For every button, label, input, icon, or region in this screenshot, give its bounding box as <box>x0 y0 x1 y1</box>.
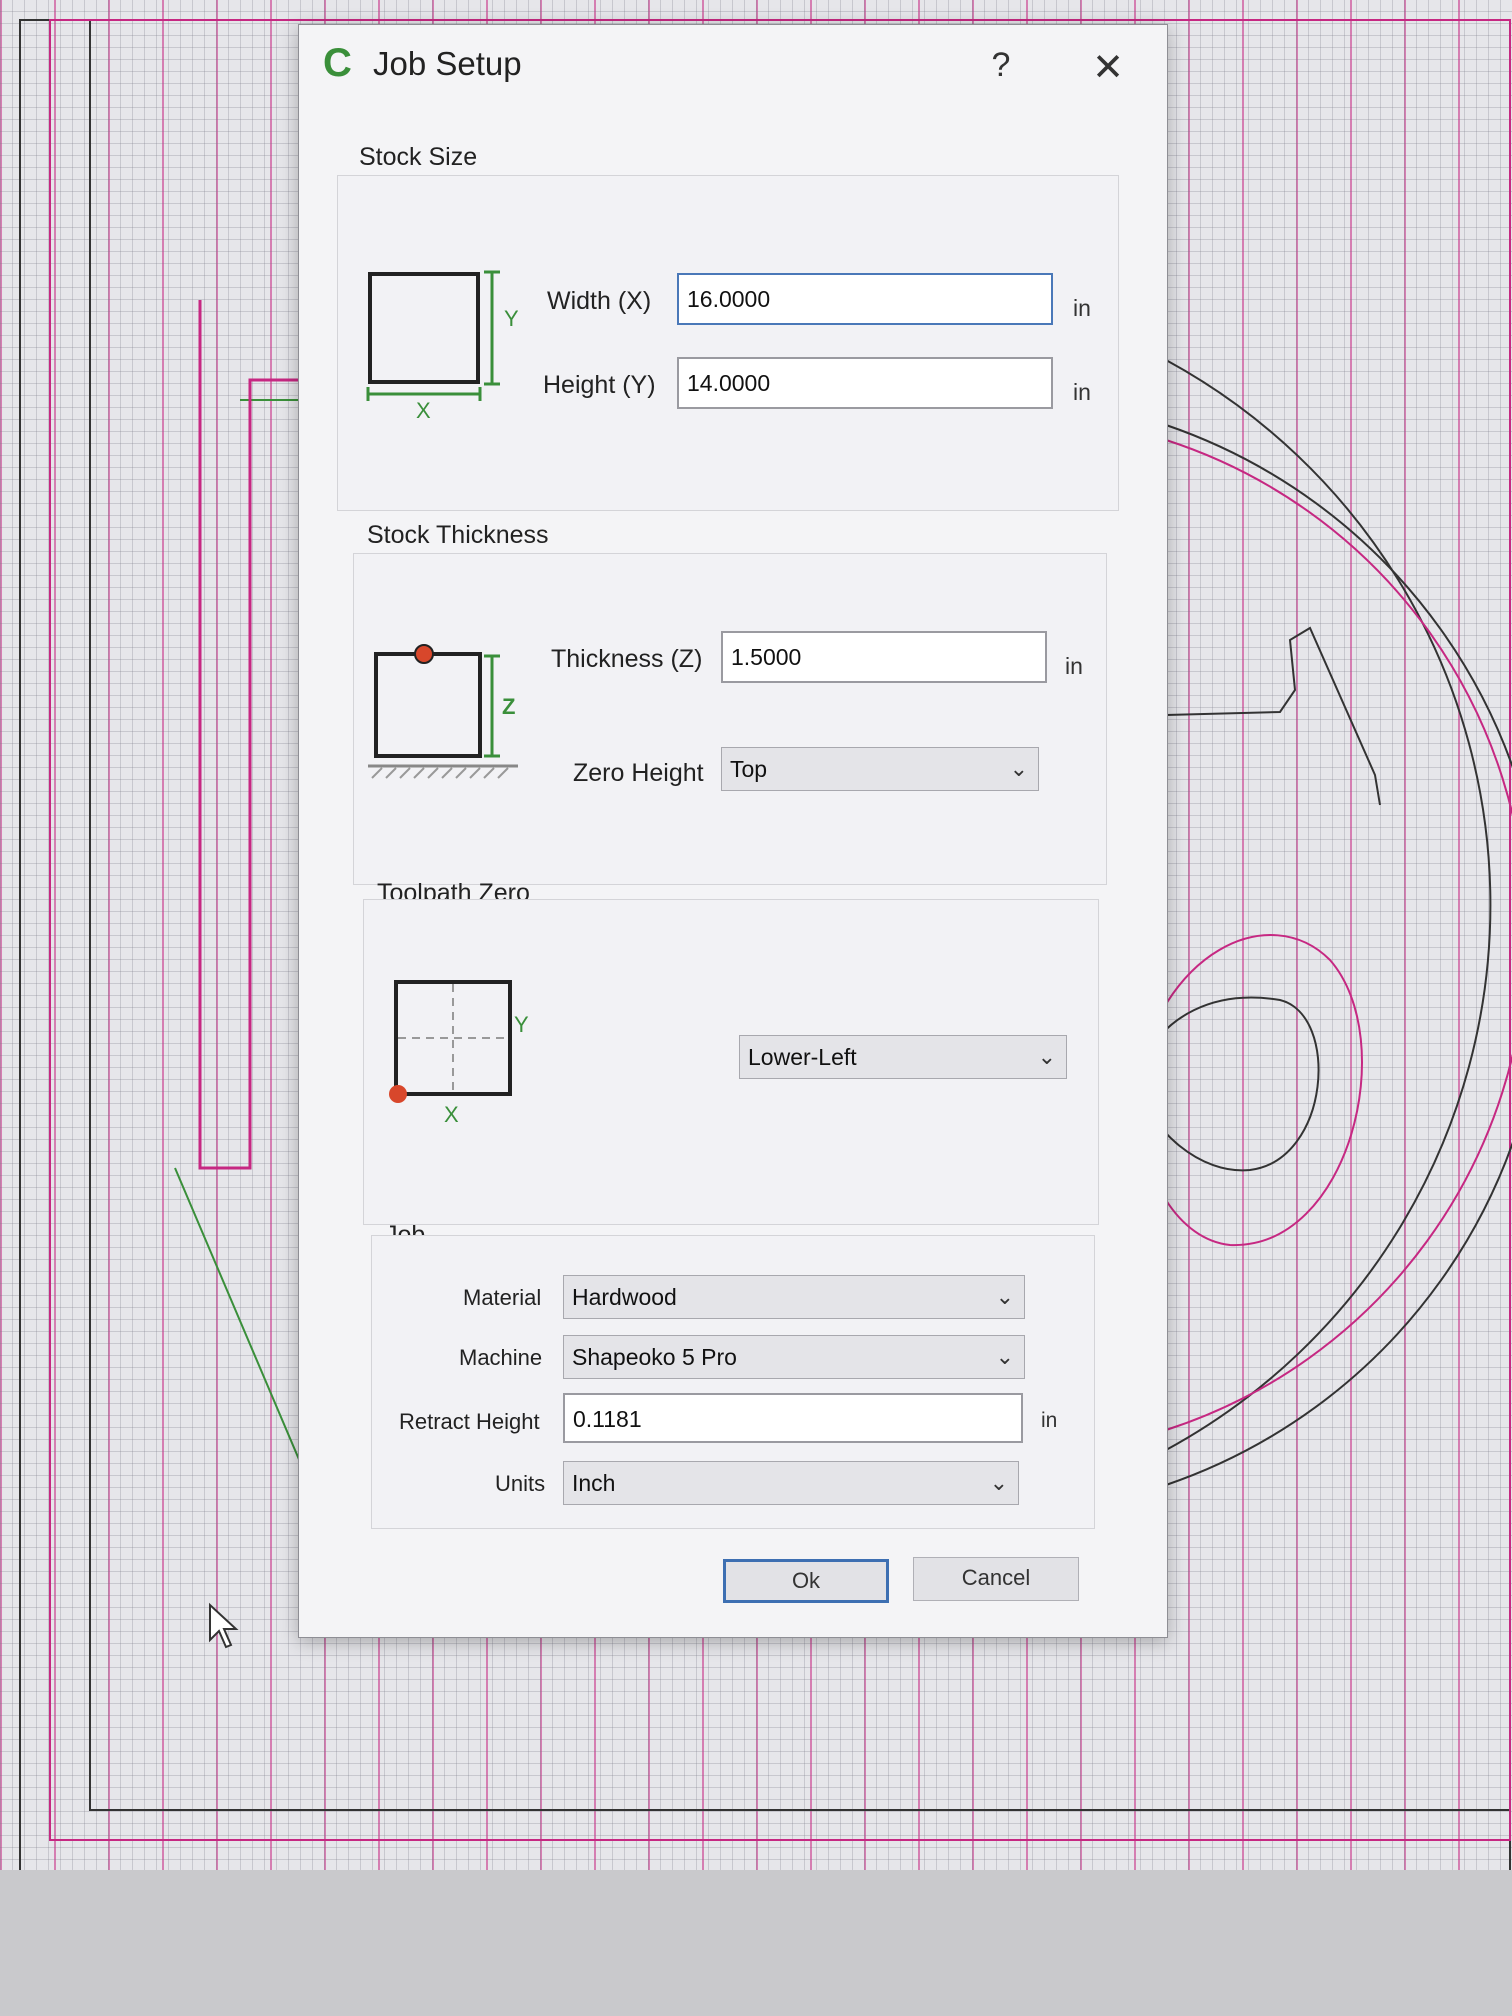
zero-point-dot <box>414 644 434 664</box>
axis-z-label: Z <box>502 694 515 719</box>
chevron-down-icon: ⌄ <box>995 1284 1014 1309</box>
retract-height-unit: in <box>1041 1409 1058 1432</box>
dialog-title: Job Setup <box>373 45 522 82</box>
stock-thickness-group: Z <box>353 553 1107 885</box>
units-label: Units <box>495 1471 546 1496</box>
chevron-down-icon: ⌄ <box>995 1344 1014 1369</box>
ok-button[interactable]: Ok <box>723 1559 889 1603</box>
job-setup-dialog: C Job Setup ? ✕ Stock Size Y X Width (X)… <box>298 24 1168 1638</box>
toolpath-zero-value: Lower-Left <box>748 1044 857 1070</box>
notch-shape <box>1165 626 1381 806</box>
stock-thickness-diagram-icon: Z <box>368 644 518 779</box>
width-label: Width (X) <box>547 287 652 315</box>
thickness-input[interactable]: 1.5000 <box>721 631 1047 683</box>
thickness-label: Thickness (Z) <box>551 645 703 673</box>
stock-size-group: Y X <box>337 175 1119 511</box>
stock-size-diagram-icon: Y X <box>366 270 518 423</box>
material-value: Hardwood <box>572 1284 677 1310</box>
units-value: Inch <box>572 1470 616 1496</box>
retract-height-input[interactable]: 0.1181 <box>563 1393 1023 1443</box>
machine-value: Shapeoko 5 Pro <box>572 1344 737 1370</box>
monitor-bezel-area <box>0 1870 1512 2016</box>
close-button[interactable]: ✕ <box>1085 45 1131 91</box>
material-select[interactable]: Hardwood ⌄ <box>563 1275 1025 1319</box>
dialog-titlebar[interactable]: C Job Setup ? ✕ <box>299 25 1167 115</box>
teardrop-outer <box>1132 934 1363 1247</box>
inner-arc <box>1165 424 1512 1486</box>
outer-arc <box>1165 359 1492 1451</box>
axis-x-label: X <box>444 1102 459 1127</box>
thickness-unit: in <box>1065 653 1083 679</box>
zero-height-value: Top <box>730 756 768 782</box>
stock-thickness-title: Stock Thickness <box>367 521 549 549</box>
mouse-cursor <box>209 1602 239 1649</box>
magenta-outline <box>198 300 300 1170</box>
help-button[interactable]: ? <box>979 43 1023 87</box>
material-label: Material <box>463 1285 542 1310</box>
height-label: Height (Y) <box>543 371 656 399</box>
magenta-arc <box>1165 439 1512 1431</box>
units-select[interactable]: Inch ⌄ <box>563 1461 1019 1505</box>
machine-label: Machine <box>459 1345 543 1370</box>
stock-size-title: Stock Size <box>359 143 478 171</box>
toolpath-zero-select[interactable]: Lower-Left ⌄ <box>739 1035 1067 1079</box>
axis-y-label: Y <box>504 306 518 331</box>
chevron-down-icon: ⌄ <box>1037 1044 1056 1069</box>
zero-height-select[interactable]: Top ⌄ <box>721 747 1039 791</box>
height-unit: in <box>1073 379 1091 405</box>
machine-select[interactable]: Shapeoko 5 Pro ⌄ <box>563 1335 1025 1379</box>
chevron-down-icon: ⌄ <box>989 1470 1008 1495</box>
toolpath-zero-diagram-icon: Y X <box>389 980 529 1127</box>
axis-y-label: Y <box>514 1012 529 1037</box>
width-unit: in <box>1073 295 1091 321</box>
zero-height-label: Zero Height <box>573 759 704 787</box>
height-input[interactable]: 14.0000 <box>677 357 1053 409</box>
origin-dot <box>389 1085 407 1103</box>
chevron-down-icon: ⌄ <box>1009 756 1028 781</box>
cancel-button[interactable]: Cancel <box>913 1557 1079 1601</box>
axis-x-label: X <box>416 398 431 423</box>
carbide-logo-icon: C <box>323 41 352 85</box>
width-input[interactable]: 16.0000 <box>677 273 1053 325</box>
retract-height-label: Retract Height <box>399 1409 540 1434</box>
